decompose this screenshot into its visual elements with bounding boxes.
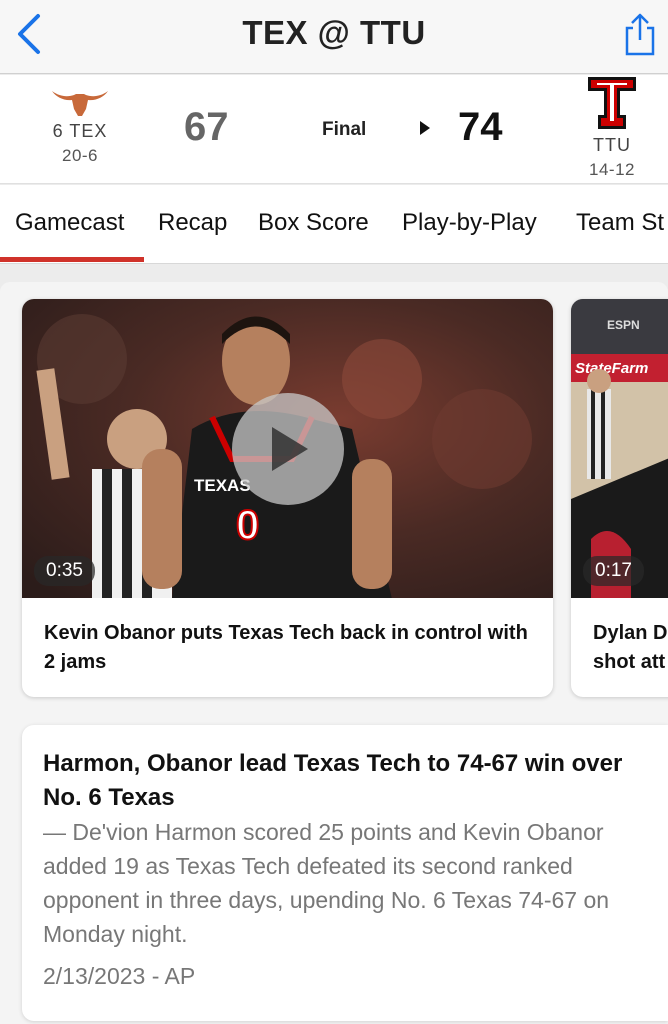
video-card[interactable]: StateFarm ESPN 0:17 Dylan D shot att (571, 299, 668, 697)
video-card[interactable]: TEXAS 0 0:35 Kevin Obanor puts Texas Tec… (22, 299, 553, 697)
player-photo: TEXAS 0 (22, 299, 553, 598)
article-headline[interactable]: Harmon, Obanor lead Texas Tech to 74-67 … (43, 747, 643, 815)
video-thumbnail[interactable]: StateFarm ESPN 0:17 (571, 299, 668, 598)
double-t-logo (588, 77, 636, 129)
tab-play-by-play[interactable]: Play-by-Play (402, 209, 537, 237)
page-title: TEX @ TTU (242, 14, 426, 51)
game-photo: StateFarm ESPN (571, 299, 668, 598)
active-tab-indicator (0, 257, 144, 262)
banner-text: StateFarm (575, 360, 648, 377)
article-meta: 2/13/2023 - AP (43, 963, 196, 989)
tab-recap[interactable]: Recap (158, 209, 227, 237)
away-team[interactable]: 6 TEX 20-6 (30, 85, 130, 166)
longhorn-logo (52, 91, 108, 116)
away-team-name: 6 TEX (52, 121, 108, 141)
video-caption: Dylan D shot att (593, 622, 668, 673)
home-score: 74 (458, 105, 503, 149)
winner-arrow-icon (420, 121, 430, 135)
away-team-record: 20-6 (61, 146, 99, 165)
nav-bar: TEX @ TTU (0, 0, 668, 74)
article-card[interactable]: Harmon, Obanor lead Texas Tech to 74-67 … (22, 725, 668, 1021)
article-summary: — De'vion Harmon scored 25 points and Ke… (43, 819, 610, 947)
video-duration: 0:17 (583, 556, 644, 586)
home-team-record: 14-12 (589, 160, 635, 179)
tab-box-score[interactable]: Box Score (258, 209, 369, 237)
video-duration: 0:35 (34, 556, 95, 586)
home-team[interactable]: TTU 14-12 (562, 75, 662, 180)
video-caption: Kevin Obanor puts Texas Tech back in con… (44, 622, 528, 673)
share-icon[interactable] (620, 12, 660, 56)
network-text: ESPN (607, 318, 640, 332)
scoreboard: 6 TEX 20-6 67 Final 74 TTU 14-12 (0, 75, 668, 184)
away-score: 67 (184, 105, 229, 149)
tab-team-stats[interactable]: Team St (576, 209, 664, 237)
home-team-name: TTU (593, 135, 631, 155)
tab-bar: Gamecast Recap Box Score Play-by-Play Te… (0, 185, 668, 264)
game-status: Final (322, 119, 367, 140)
video-thumbnail[interactable]: TEXAS 0 0:35 (22, 299, 553, 598)
tab-gamecast[interactable]: Gamecast (15, 209, 124, 237)
jersey-number: 0 (236, 501, 259, 548)
